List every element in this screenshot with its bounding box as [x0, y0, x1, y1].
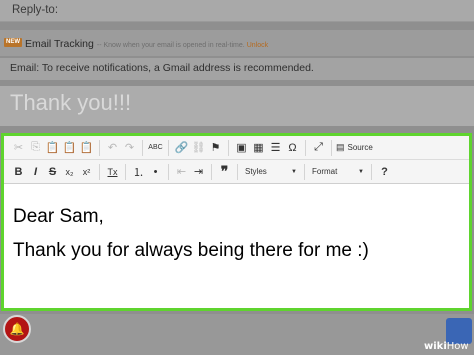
- toolbar-separator: [237, 163, 238, 180]
- cut-icon[interactable]: ✂: [10, 139, 27, 157]
- toolbar-separator: [211, 163, 212, 180]
- notice-text: Email: To receive notifications, a Gmail…: [10, 62, 314, 74]
- horizontal-rule-icon[interactable]: ☰: [267, 139, 284, 157]
- body-line: Dear Sam,: [13, 206, 104, 227]
- reply-to-row: Reply-to:: [0, 0, 474, 22]
- format-label: Format: [312, 167, 338, 176]
- subscript-button[interactable]: x₂: [61, 163, 78, 181]
- source-icon: ▤: [336, 142, 345, 152]
- toolbar-separator: [168, 139, 169, 156]
- editor-toolbar-row-1: ✂ ⎘ 📋 📋 📋 ↶ ↷ ABC 🔗 ⛓ ⚑ ▣ ▦ ☰ Ω ⤢ ▤ Sour…: [4, 136, 469, 160]
- email-tracking-row: NEW Email Tracking -- Know when your email…: [0, 30, 474, 56]
- help-icon[interactable]: ?: [376, 163, 393, 181]
- styles-label: Styles: [245, 167, 267, 176]
- source-button[interactable]: ▤ Source: [336, 139, 373, 157]
- toolbar-separator: [304, 163, 305, 180]
- unlock-link[interactable]: Unlock: [247, 42, 268, 49]
- toolbar-separator: [99, 139, 100, 156]
- superscript-button[interactable]: x²: [78, 163, 95, 181]
- source-label: Source: [347, 143, 373, 152]
- notification-bell-button[interactable]: 🔔: [3, 315, 31, 343]
- chevron-down-icon: ▼: [358, 168, 364, 175]
- blockquote-icon[interactable]: ❞: [216, 163, 233, 181]
- paste-icon[interactable]: 📋: [44, 139, 61, 157]
- bottom-bar: [0, 314, 474, 355]
- italic-button[interactable]: I: [27, 163, 44, 181]
- table-icon[interactable]: ▦: [250, 139, 267, 157]
- subject-value: Thank you!!!: [10, 90, 132, 115]
- bulleted-list-icon[interactable]: •: [147, 163, 164, 181]
- reply-to-label: Reply-to:: [12, 4, 59, 16]
- undo-icon[interactable]: ↶: [104, 139, 121, 157]
- how-text: How: [446, 341, 469, 352]
- image-icon[interactable]: ▣: [233, 139, 250, 157]
- chevron-down-icon: ▼: [291, 168, 297, 175]
- message-body[interactable]: Dear Sam, Thank you for always being the…: [13, 200, 369, 268]
- special-character-icon[interactable]: Ω: [284, 139, 301, 157]
- redo-icon[interactable]: ↷: [121, 139, 138, 157]
- toolbar-separator: [228, 139, 229, 156]
- spellcheck-icon[interactable]: ABC: [147, 139, 164, 157]
- body-line: Thank you for always being there for me …: [13, 240, 369, 261]
- maximize-icon[interactable]: ⤢: [310, 139, 327, 157]
- toolbar-separator: [99, 163, 100, 180]
- unlink-icon[interactable]: ⛓: [190, 139, 207, 157]
- numbered-list-icon[interactable]: ⒈: [130, 163, 147, 181]
- indent-icon[interactable]: ⇥: [190, 163, 207, 181]
- new-badge: NEW: [4, 38, 22, 47]
- bold-button[interactable]: B: [10, 163, 27, 181]
- paste-word-icon[interactable]: 📋: [78, 139, 95, 157]
- subject-field[interactable]: Thank you!!!: [0, 86, 474, 126]
- toolbar-separator: [305, 139, 306, 156]
- toolbar-separator: [142, 139, 143, 156]
- bell-icon: 🔔: [9, 322, 25, 336]
- email-tracking-description: -- Know when your email is opened in rea…: [96, 42, 245, 49]
- toolbar-separator: [125, 163, 126, 180]
- message-editor: ✂ ⎘ 📋 📋 📋 ↶ ↷ ABC 🔗 ⛓ ⚑ ▣ ▦ ☰ Ω ⤢ ▤ Sour…: [1, 133, 472, 311]
- link-icon[interactable]: 🔗: [173, 139, 190, 157]
- remove-format-button[interactable]: Tx: [104, 163, 121, 181]
- anchor-flag-icon[interactable]: ⚑: [207, 139, 224, 157]
- wikihow-watermark: wikiHow: [424, 341, 469, 352]
- paste-text-icon[interactable]: 📋: [61, 139, 78, 157]
- wiki-text: wiki: [424, 341, 447, 352]
- strikethrough-button[interactable]: S: [44, 163, 61, 181]
- toolbar-separator: [371, 163, 372, 180]
- email-tracking-title: Email Tracking: [25, 38, 94, 50]
- gmail-notice: Email: To receive notifications, a Gmail…: [0, 58, 474, 80]
- outdent-icon[interactable]: ⇤: [173, 163, 190, 181]
- copy-icon[interactable]: ⎘: [27, 139, 44, 157]
- toolbar-separator: [331, 139, 332, 156]
- toolbar-separator: [168, 163, 169, 180]
- editor-toolbar-row-2: B I S x₂ x² Tx ⒈ • ⇤ ⇥ ❞ Styles ▼ Format…: [4, 160, 469, 184]
- format-dropdown[interactable]: Format ▼: [309, 163, 367, 181]
- styles-dropdown[interactable]: Styles ▼: [242, 163, 300, 181]
